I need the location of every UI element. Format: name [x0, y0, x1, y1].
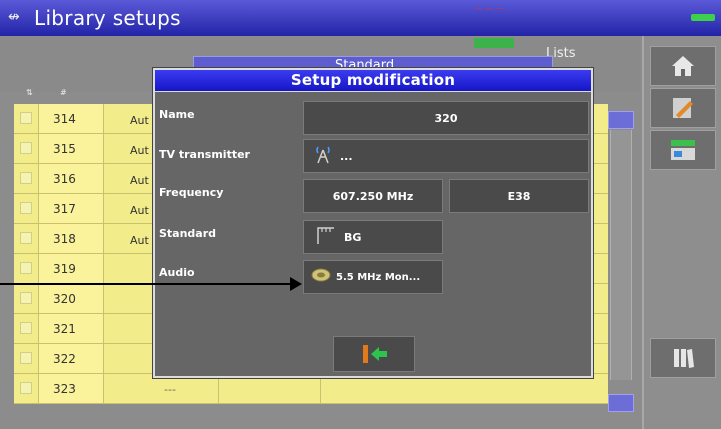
row-checkbox[interactable] — [20, 352, 32, 364]
frequency-field[interactable]: 607.250 MHz — [303, 179, 443, 213]
scroll-down-button[interactable] — [608, 394, 634, 412]
table-row[interactable]: 323 --- — [14, 374, 608, 404]
row-number: 317 — [38, 194, 104, 223]
home-icon — [672, 56, 694, 76]
row-number: 320 — [38, 284, 104, 313]
library-icon: ↮ — [8, 9, 20, 25]
frequency-label: Frequency — [159, 186, 224, 199]
channel-value: E38 — [507, 189, 531, 203]
row-number: 314 — [38, 104, 104, 133]
row-number: 323 — [38, 374, 104, 403]
row-checkbox[interactable] — [20, 292, 32, 304]
name-value: 320 — [434, 111, 458, 125]
standard-label: Standard — [159, 227, 217, 240]
name-field[interactable]: 320 — [303, 101, 589, 135]
row-checkbox[interactable] — [20, 382, 32, 394]
column-divider — [218, 374, 219, 403]
scroll-up-button[interactable] — [608, 111, 634, 129]
battery-icon — [691, 14, 715, 21]
row-checkbox[interactable] — [20, 202, 32, 214]
name-label: Name — [159, 108, 195, 121]
antenna-icon — [314, 225, 336, 249]
row-checkbox[interactable] — [20, 112, 32, 124]
setup-modification-dialog: Setup modification Name 320 TV transmitt… — [153, 68, 593, 378]
frequency-value: 607.250 MHz — [332, 189, 414, 203]
row-number: 315 — [38, 134, 104, 163]
pointer-arrow-line — [0, 283, 292, 285]
tv-transmitter-label: TV transmitter — [159, 148, 250, 161]
audio-field[interactable]: 5.5 MHz Mon... — [303, 260, 443, 294]
import-button[interactable] — [650, 130, 716, 170]
column-header-number: # — [60, 88, 67, 97]
row-number: 319 — [38, 254, 104, 283]
tv-transmitter-value: ... — [340, 149, 353, 163]
row-placeholder: --- — [164, 383, 176, 396]
row-audio: Aut — [130, 114, 149, 127]
row-number: 321 — [38, 314, 104, 343]
right-toolbar — [642, 36, 721, 429]
row-checkbox[interactable] — [20, 322, 32, 334]
lists-indicator — [474, 38, 514, 48]
row-audio: Aut — [130, 234, 149, 247]
standard-value: BG — [344, 230, 362, 244]
confirm-icon — [363, 345, 387, 363]
title-bar: ↮ Library setups — — — — [0, 0, 721, 36]
screen: ↮ Library setups — — — Lists Standard ⇅ … — [0, 0, 721, 429]
library-button[interactable] — [650, 338, 716, 378]
import-icon — [671, 140, 695, 160]
row-number: 322 — [38, 344, 104, 373]
scrollbar[interactable] — [610, 130, 632, 380]
pointer-arrow-head — [290, 277, 302, 291]
audio-value: 5.5 MHz Mon... — [336, 271, 421, 283]
channel-field[interactable]: E38 — [449, 179, 589, 213]
transmitter-icon — [314, 144, 332, 168]
audio-label: Audio — [159, 266, 195, 279]
row-checkbox[interactable] — [20, 142, 32, 154]
row-audio: Aut — [130, 174, 149, 187]
row-number: 318 — [38, 224, 104, 253]
row-checkbox[interactable] — [20, 172, 32, 184]
books-icon — [674, 349, 694, 368]
row-audio: Aut — [130, 204, 149, 217]
tv-transmitter-field[interactable]: ... — [303, 139, 589, 173]
status-indicator: — — — — [474, 4, 504, 13]
row-number: 316 — [38, 164, 104, 193]
edit-button[interactable] — [650, 88, 716, 128]
dialog-title: Setup modification — [155, 70, 591, 92]
row-checkbox[interactable] — [20, 262, 32, 274]
home-button[interactable] — [650, 46, 716, 86]
standard-field[interactable]: BG — [303, 220, 443, 254]
speaker-icon — [310, 266, 332, 288]
column-divider — [320, 374, 321, 403]
row-checkbox[interactable] — [20, 232, 32, 244]
page-title: Library setups — [34, 6, 181, 30]
confirm-button[interactable] — [333, 336, 415, 372]
column-header-checkbox: ⇅ — [26, 88, 33, 97]
edit-icon — [673, 98, 693, 118]
row-audio: Aut — [130, 144, 149, 157]
